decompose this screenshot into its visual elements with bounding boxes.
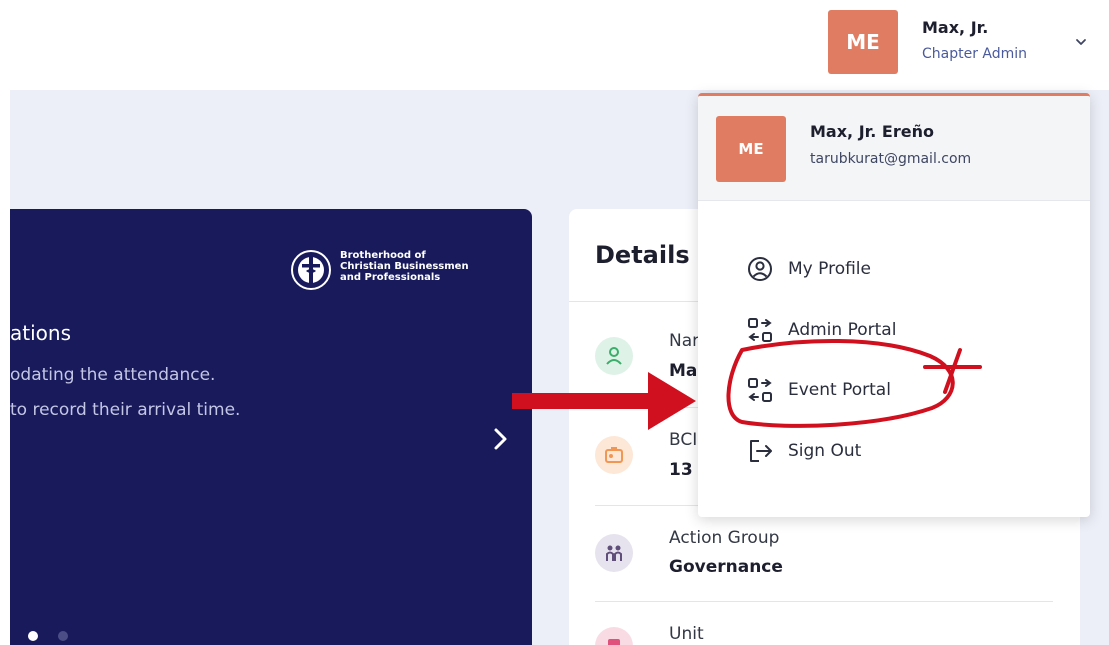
- switch-portal-icon: [748, 378, 772, 402]
- detail-bcbp-label: BCI: [669, 430, 698, 450]
- menu-item-label: My Profile: [788, 259, 871, 279]
- banner-text-line-1: odating the attendance.: [10, 365, 216, 385]
- user-circle-icon: [748, 257, 772, 281]
- user-icon: [595, 337, 633, 375]
- detail-action-group-label: Action Group: [669, 528, 780, 548]
- divider: [595, 601, 1053, 602]
- menu-item-event-portal[interactable]: Event Portal: [746, 372, 1046, 408]
- carousel-dot-2[interactable]: [58, 631, 68, 641]
- chevron-right-icon[interactable]: [488, 424, 512, 454]
- header-user-name[interactable]: Max, Jr.: [922, 18, 988, 37]
- sign-out-icon: [750, 440, 772, 462]
- header-user-role: Chapter Admin: [922, 46, 1028, 62]
- carousel-dot-1[interactable]: [28, 631, 38, 641]
- dropdown-email: tarubkurat@gmail.com: [810, 151, 972, 167]
- menu-item-admin-portal[interactable]: Admin Portal: [746, 312, 1046, 348]
- banner-text-line-2: to record their arrival time.: [10, 400, 241, 420]
- top-header: ME Max, Jr. Chapter Admin: [0, 0, 1109, 90]
- announcement-banner: Brotherhood of Christian Businessmen and…: [10, 209, 532, 645]
- profile-dropdown: ME Max, Jr. Ereño tarubkurat@gmail.com M…: [698, 93, 1090, 517]
- dropdown-header: ME Max, Jr. Ereño tarubkurat@gmail.com: [698, 96, 1090, 201]
- menu-item-label: Admin Portal: [788, 320, 897, 340]
- menu-item-sign-out[interactable]: Sign Out: [746, 433, 1046, 469]
- dropdown-avatar: ME: [716, 116, 786, 182]
- bcbp-org-name: Brotherhood of Christian Businessmen and…: [340, 250, 469, 283]
- bcbp-logo-icon: [291, 250, 331, 290]
- group-icon: [595, 534, 633, 572]
- detail-name-value: Ma: [669, 361, 698, 381]
- detail-action-group-value: Governance: [669, 557, 783, 577]
- banner-title: ations: [10, 321, 71, 345]
- unit-icon: [595, 627, 633, 645]
- id-card-icon: [595, 436, 633, 474]
- detail-unit-label: Unit: [669, 624, 704, 644]
- user-avatar[interactable]: ME: [828, 10, 898, 74]
- menu-item-label: Event Portal: [788, 380, 891, 400]
- detail-name-label: Nar: [669, 331, 700, 351]
- chevron-down-icon[interactable]: [1072, 33, 1090, 51]
- detail-bcbp-value: 13: [669, 460, 693, 480]
- details-title: Details: [595, 241, 690, 269]
- dropdown-full-name: Max, Jr. Ereño: [810, 122, 934, 141]
- menu-item-label: Sign Out: [788, 441, 862, 461]
- menu-item-my-profile[interactable]: My Profile: [746, 251, 1046, 287]
- switch-portal-icon: [748, 318, 772, 342]
